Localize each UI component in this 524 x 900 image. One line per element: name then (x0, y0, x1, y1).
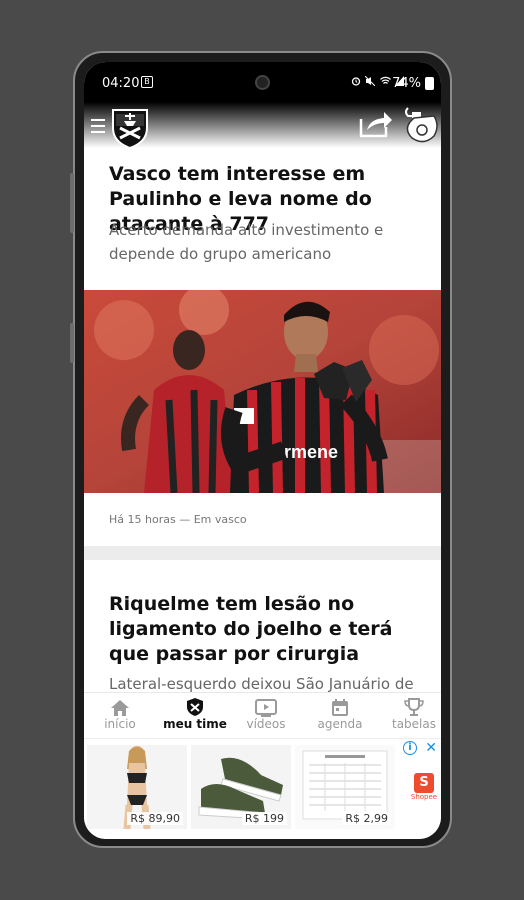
whistle-icon[interactable] (400, 106, 440, 148)
advertiser-logo[interactable]: S Shopee (410, 773, 438, 801)
nav-label: agenda (317, 717, 363, 731)
article-meta: Há 15 horas — Em vasco (109, 513, 247, 526)
nav-item-agenda[interactable]: agenda (307, 695, 373, 731)
shield-icon (187, 698, 203, 716)
news-feed[interactable]: Vasco tem interesse em Paulinho e leva n… (84, 148, 441, 692)
battery-icon (425, 77, 434, 90)
nav-item-videos[interactable]: vídeos (233, 695, 299, 731)
ad-product-card[interactable]: R$ 2,99 (295, 745, 395, 829)
article-photo[interactable]: rmene (84, 290, 441, 493)
adchoices-info-icon[interactable]: i (403, 741, 417, 755)
home-icon (111, 700, 129, 716)
ad-product-card[interactable]: R$ 89,90 (87, 745, 187, 829)
vasco-crest-logo[interactable] (111, 106, 149, 150)
nav-label: início (104, 717, 136, 731)
ad-product-card[interactable]: R$ 199 (191, 745, 291, 829)
bottom-nav: início meu time vídeos agenda tabelas (84, 692, 441, 738)
nav-label: tabelas (392, 717, 436, 731)
screen: 04:20 B 74% Vasco tem interesse em Pauli… (84, 62, 441, 839)
svg-text:rmene: rmene (284, 442, 338, 462)
front-camera (255, 75, 270, 90)
ad-price: R$ 199 (241, 812, 287, 825)
football-player-photo: rmene (84, 290, 441, 493)
volume-button (70, 173, 74, 233)
article-subtitle: Lateral-esquerdo deixou São Januário de (109, 675, 414, 692)
calendar-icon (332, 699, 348, 716)
alarm-icon (351, 77, 360, 86)
article-subtitle: Acerto demanda alto investimento e depen… (109, 221, 384, 263)
article-card[interactable]: Riquelme tem lesão no ligamento do joelh… (84, 560, 441, 692)
status-bar: 04:20 B 74% (84, 62, 441, 102)
nav-label: vídeos (246, 717, 286, 731)
power-button (70, 323, 74, 363)
advertiser-name: Shopee (410, 793, 438, 801)
nav-item-inicio[interactable]: início (87, 695, 153, 731)
ad-price: R$ 89,90 (127, 812, 183, 825)
play-icon (255, 699, 277, 717)
article-divider (84, 546, 441, 560)
trophy-icon (404, 698, 424, 716)
wifi-icon (379, 76, 391, 84)
ad-price: R$ 2,99 (342, 812, 391, 825)
mute-icon (364, 75, 376, 87)
ad-close-icon[interactable]: ✕ (425, 740, 437, 756)
nav-item-tabelas[interactable]: tabelas (381, 695, 441, 731)
nav-label: meu time (163, 717, 227, 731)
menu-icon[interactable] (91, 119, 105, 133)
article-title[interactable]: Riquelme tem lesão no ligamento do joelh… (109, 592, 414, 667)
shopee-bag-icon: S (414, 773, 434, 793)
ad-banner[interactable]: R$ 89,90 R$ 199 R$ 2,99 S Shopee i ✕ (84, 738, 441, 839)
phone-frame: 04:20 B 74% Vasco tem interesse em Pauli… (70, 51, 452, 848)
share-icon[interactable] (358, 109, 394, 139)
notification-icon: B (141, 76, 153, 88)
battery-percent: 74% (392, 76, 421, 91)
app-header (84, 102, 441, 150)
article-card[interactable]: Vasco tem interesse em Paulinho e leva n… (84, 148, 441, 546)
nav-item-meu-time[interactable]: meu time (162, 695, 228, 731)
clock: 04:20 (102, 76, 140, 91)
